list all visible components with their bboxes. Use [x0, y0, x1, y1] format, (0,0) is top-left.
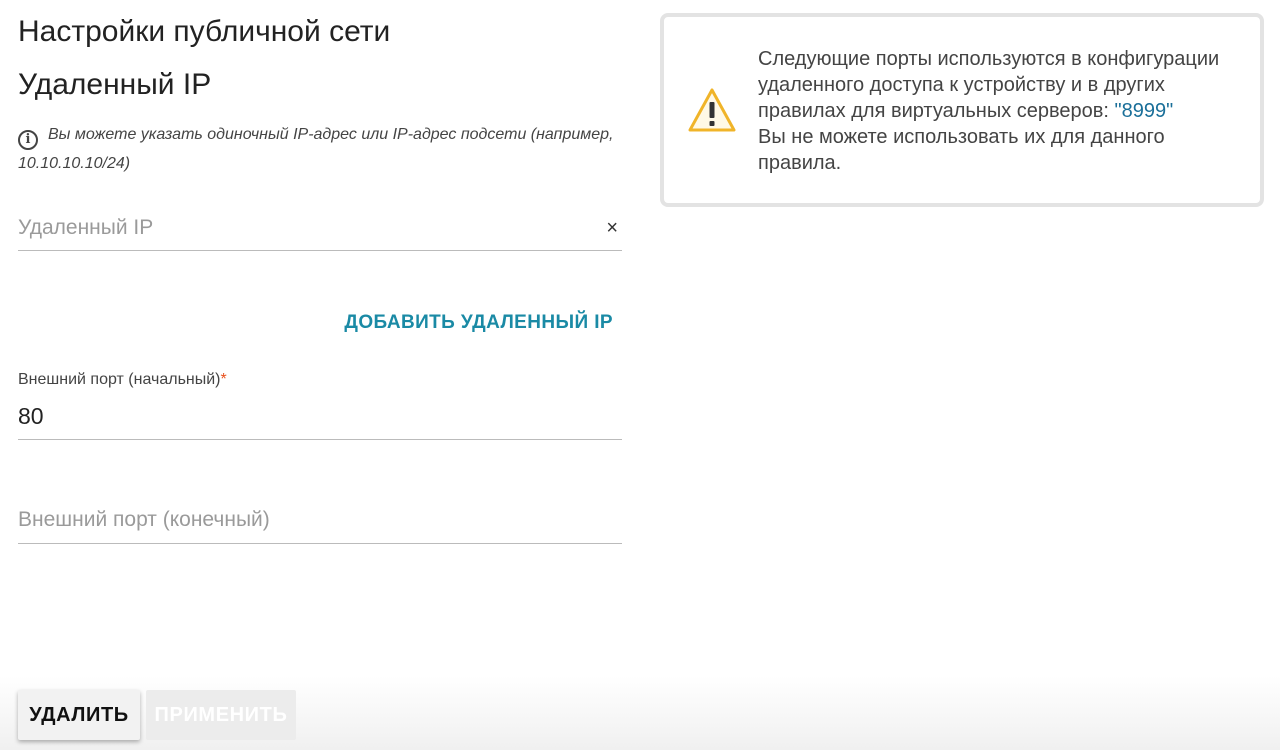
hint-text: Вы можете указать одиночный IP-адрес или… — [18, 126, 614, 172]
section-title: Настройки публичной сети — [18, 15, 391, 48]
delete-button[interactable]: УДАЛИТЬ — [18, 690, 140, 740]
remote-ip-input[interactable]: Удаленный IP × — [18, 204, 622, 251]
required-mark: * — [220, 371, 227, 388]
alert-text-after: Вы не можете использовать их для данного… — [758, 126, 1165, 174]
external-port-end-placeholder: Внешний порт (конечный) — [18, 508, 270, 531]
remote-ip-placeholder: Удаленный IP — [18, 216, 154, 239]
alert-ports: "8999" — [1114, 100, 1174, 122]
alert-message: Следующие порты используются в конфигура… — [758, 46, 1228, 176]
apply-button[interactable]: ПРИМЕНИТЬ — [146, 690, 296, 740]
virtual-server-rule-page: Настройки публичной сети Удаленный IP iВ… — [0, 0, 1280, 750]
remote-ip-hint: i Вы можете указать одиночный IP-адрес ил… — [18, 121, 622, 178]
external-port-start-label-text: Внешний порт (начальный) — [18, 371, 221, 388]
external-port-start-input[interactable]: Внешний порт (начальный)* 80 — [18, 368, 622, 440]
section-subtitle: Удаленный IP — [18, 68, 212, 101]
external-port-start-value: 80 — [18, 403, 44, 429]
warning-icon — [688, 88, 736, 132]
info-icon: i — [18, 130, 38, 150]
close-icon[interactable]: × — [606, 218, 618, 238]
ports-warning-alert: Следующие порты используются в конфигура… — [660, 13, 1264, 207]
external-port-end-input[interactable]: Внешний порт (конечный) — [18, 496, 622, 544]
add-remote-ip-button[interactable]: ДОБАВИТЬ УДАЛЕННЫЙ IP — [344, 312, 613, 334]
external-port-start-label: Внешний порт (начальный)* — [18, 371, 227, 389]
